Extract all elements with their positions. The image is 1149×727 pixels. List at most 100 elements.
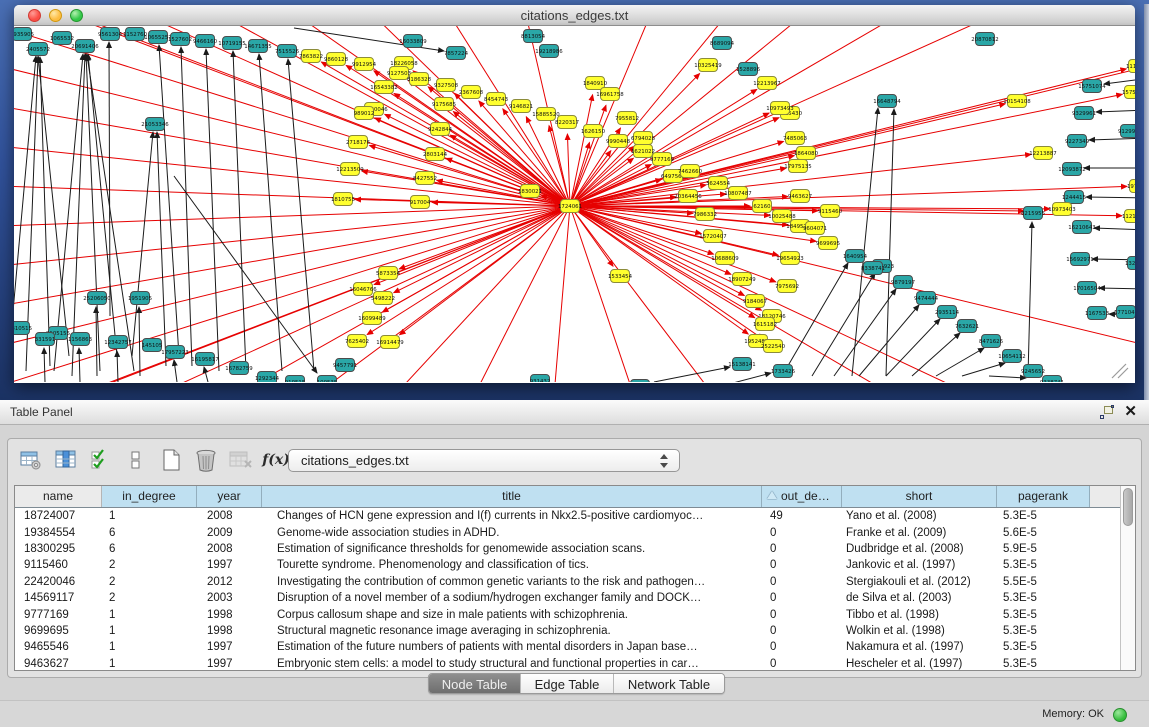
table-row[interactable]: 1456911722003Disruption of a novel membe… <box>15 590 1120 606</box>
graph-node[interactable]: 7863822 <box>299 50 323 63</box>
graph-node[interactable]: 1615182 <box>753 318 777 331</box>
graph-node[interactable]: 989012 <box>354 107 375 120</box>
graph-node[interactable]: 7485063 <box>783 132 807 145</box>
graph-node[interactable]: 9129956 <box>1118 125 1135 138</box>
graph-node[interactable]: 8215955 <box>1021 207 1045 220</box>
graph-node[interactable]: 1121758 <box>1122 210 1135 223</box>
graph-node[interactable]: 17016504 <box>1073 282 1101 295</box>
graph-node[interactable]: 1167533 <box>1085 307 1109 320</box>
graph-node[interactable]: 8338741 <box>861 262 885 275</box>
graph-node[interactable]: 1810755 <box>331 193 355 206</box>
graph-node[interactable]: 16046766 <box>349 283 377 296</box>
graph-node[interactable]: 12213967 <box>753 77 780 90</box>
graph-node[interactable]: 9457791 <box>333 359 357 372</box>
column-header[interactable]: pagerank <box>997 486 1090 507</box>
graph-node[interactable]: 9604071 <box>803 222 827 235</box>
graph-node[interactable]: 16210643 <box>1068 221 1095 234</box>
graph-node[interactable]: 6794028 <box>631 132 656 145</box>
graph-node[interactable]: 19218986 <box>535 45 563 58</box>
graph-node[interactable]: 8220317 <box>555 116 579 129</box>
zoom-window-button[interactable] <box>70 9 83 22</box>
close-window-button[interactable] <box>28 9 41 22</box>
graph-node[interactable]: 1621022 <box>631 145 655 158</box>
table-row[interactable]: 946554611997Estimation of the future num… <box>15 639 1120 655</box>
graph-node[interactable]: 9245652 <box>1021 365 1045 378</box>
graph-node[interactable]: 9879197 <box>891 276 915 289</box>
graph-node[interactable]: 931432 <box>530 375 551 383</box>
graph-node[interactable]: 2405572 <box>26 43 50 56</box>
graph-node[interactable]: 9463627 <box>788 190 812 203</box>
graph-node[interactable]: 1864080 <box>794 147 819 160</box>
graph-node[interactable]: 9338741 <box>1040 376 1064 383</box>
graph-node[interactable]: 2367608 <box>459 86 484 99</box>
graph-node[interactable]: 7986332 <box>693 208 717 221</box>
vertical-scrollbar[interactable] <box>1120 486 1135 670</box>
graph-node[interactable]: 7975692 <box>775 280 799 293</box>
new-table-icon[interactable] <box>158 447 184 473</box>
graph-node[interactable]: 8689094 <box>710 37 735 50</box>
select-columns-icon[interactable] <box>53 447 79 473</box>
graph-node[interactable]: 8186328 <box>407 73 432 86</box>
graph-node[interactable]: 10973493 <box>766 102 793 115</box>
column-header[interactable] <box>1090 486 1122 507</box>
graph-node[interactable]: 917004 <box>410 196 431 209</box>
graph-node[interactable]: 7515526 <box>275 45 300 58</box>
table-combobox[interactable]: citations_edges.txt <box>288 449 680 472</box>
graph-node[interactable]: 1733426 <box>771 365 796 378</box>
graph-node[interactable]: 10719155 <box>218 37 245 50</box>
column-header[interactable]: title <box>262 486 762 507</box>
graph-node[interactable]: 12342757 <box>104 336 131 349</box>
memory-status-indicator[interactable] <box>1113 708 1127 722</box>
graph-node[interactable]: 1292344 <box>255 372 280 383</box>
graph-node[interactable]: 1156863 <box>68 333 92 346</box>
graph-node[interactable]: 10154108 <box>1003 95 1031 108</box>
graph-node[interactable]: 2522540 <box>761 340 786 353</box>
graph-node[interactable]: 16033809 <box>399 35 427 48</box>
column-header[interactable]: in_degree <box>102 486 197 507</box>
graph-node[interactable]: 1771045 <box>1114 306 1135 319</box>
table-panel-header[interactable]: Table Panel ✕ <box>0 400 1149 425</box>
graph-node[interactable]: 1626150 <box>581 125 606 138</box>
graph-node[interactable]: 8427552 <box>413 172 437 185</box>
graph-node[interactable]: 1533454 <box>608 270 633 283</box>
graph-node[interactable]: 1540465 <box>628 380 652 383</box>
graph-node[interactable]: 9115460 <box>818 205 843 218</box>
table-settings-icon[interactable] <box>18 447 44 473</box>
graph-node[interactable]: 1951905 <box>128 292 152 305</box>
graph-node[interactable]: 2718176 <box>346 136 371 149</box>
graph-node[interactable]: 9242844 <box>428 123 453 136</box>
graph-node[interactable]: 15720407 <box>699 230 726 243</box>
graph-node[interactable]: 9912954 <box>352 58 377 71</box>
graph-node[interactable]: 7955812 <box>615 112 639 125</box>
column-header[interactable]: year <box>197 486 262 507</box>
citation-network-graph[interactable]: 1935905240557210655322069140695613041152… <box>14 26 1135 382</box>
tab-network-table[interactable]: Network Table <box>614 674 724 693</box>
graph-node[interactable]: 1528896 <box>736 63 761 76</box>
graph-node[interactable]: 1975108 <box>1127 180 1135 193</box>
graph-node[interactable]: 3624554 <box>706 177 731 190</box>
graph-node[interactable]: 9175685 <box>432 98 456 111</box>
select-rows-icon[interactable] <box>88 447 114 473</box>
function-builder-icon[interactable]: f(x) <box>263 447 289 473</box>
graph-node[interactable]: 5873354 <box>376 267 401 280</box>
graph-node[interactable]: 1065532 <box>50 32 74 45</box>
graph-node[interactable]: 16543382 <box>370 81 397 94</box>
graph-node[interactable]: 7462660 <box>678 165 703 178</box>
delete-rows-icon[interactable] <box>193 447 219 473</box>
graph-node[interactable]: 9990448 <box>606 135 631 148</box>
graph-node[interactable]: 16099489 <box>358 312 386 325</box>
close-panel-icon[interactable]: ✕ <box>1124 403 1137 421</box>
table-row[interactable]: 2242004622012Investigating the contribut… <box>15 574 1120 590</box>
graph-node[interactable]: 9474444 <box>914 292 939 305</box>
graph-node[interactable]: 20870812 <box>971 33 998 46</box>
graph-node[interactable]: 1527602 <box>168 33 192 46</box>
vertical-scrollbar-thumb[interactable] <box>1123 488 1133 526</box>
graph-node[interactable]: 10325419 <box>694 59 722 72</box>
graph-node[interactable]: 12213509 <box>336 163 364 176</box>
graph-node[interactable]: 1935905 <box>14 28 34 41</box>
table-row[interactable]: 911546021997Tourette syndrome. Phenomeno… <box>15 557 1120 573</box>
graph-node[interactable]: 1320456 <box>1125 257 1135 270</box>
table-row[interactable]: 1938455462009Genome-wide association stu… <box>15 524 1120 540</box>
graph-node[interactable]: 910515 <box>285 376 306 383</box>
graph-node[interactable]: 1640954 <box>843 250 868 263</box>
